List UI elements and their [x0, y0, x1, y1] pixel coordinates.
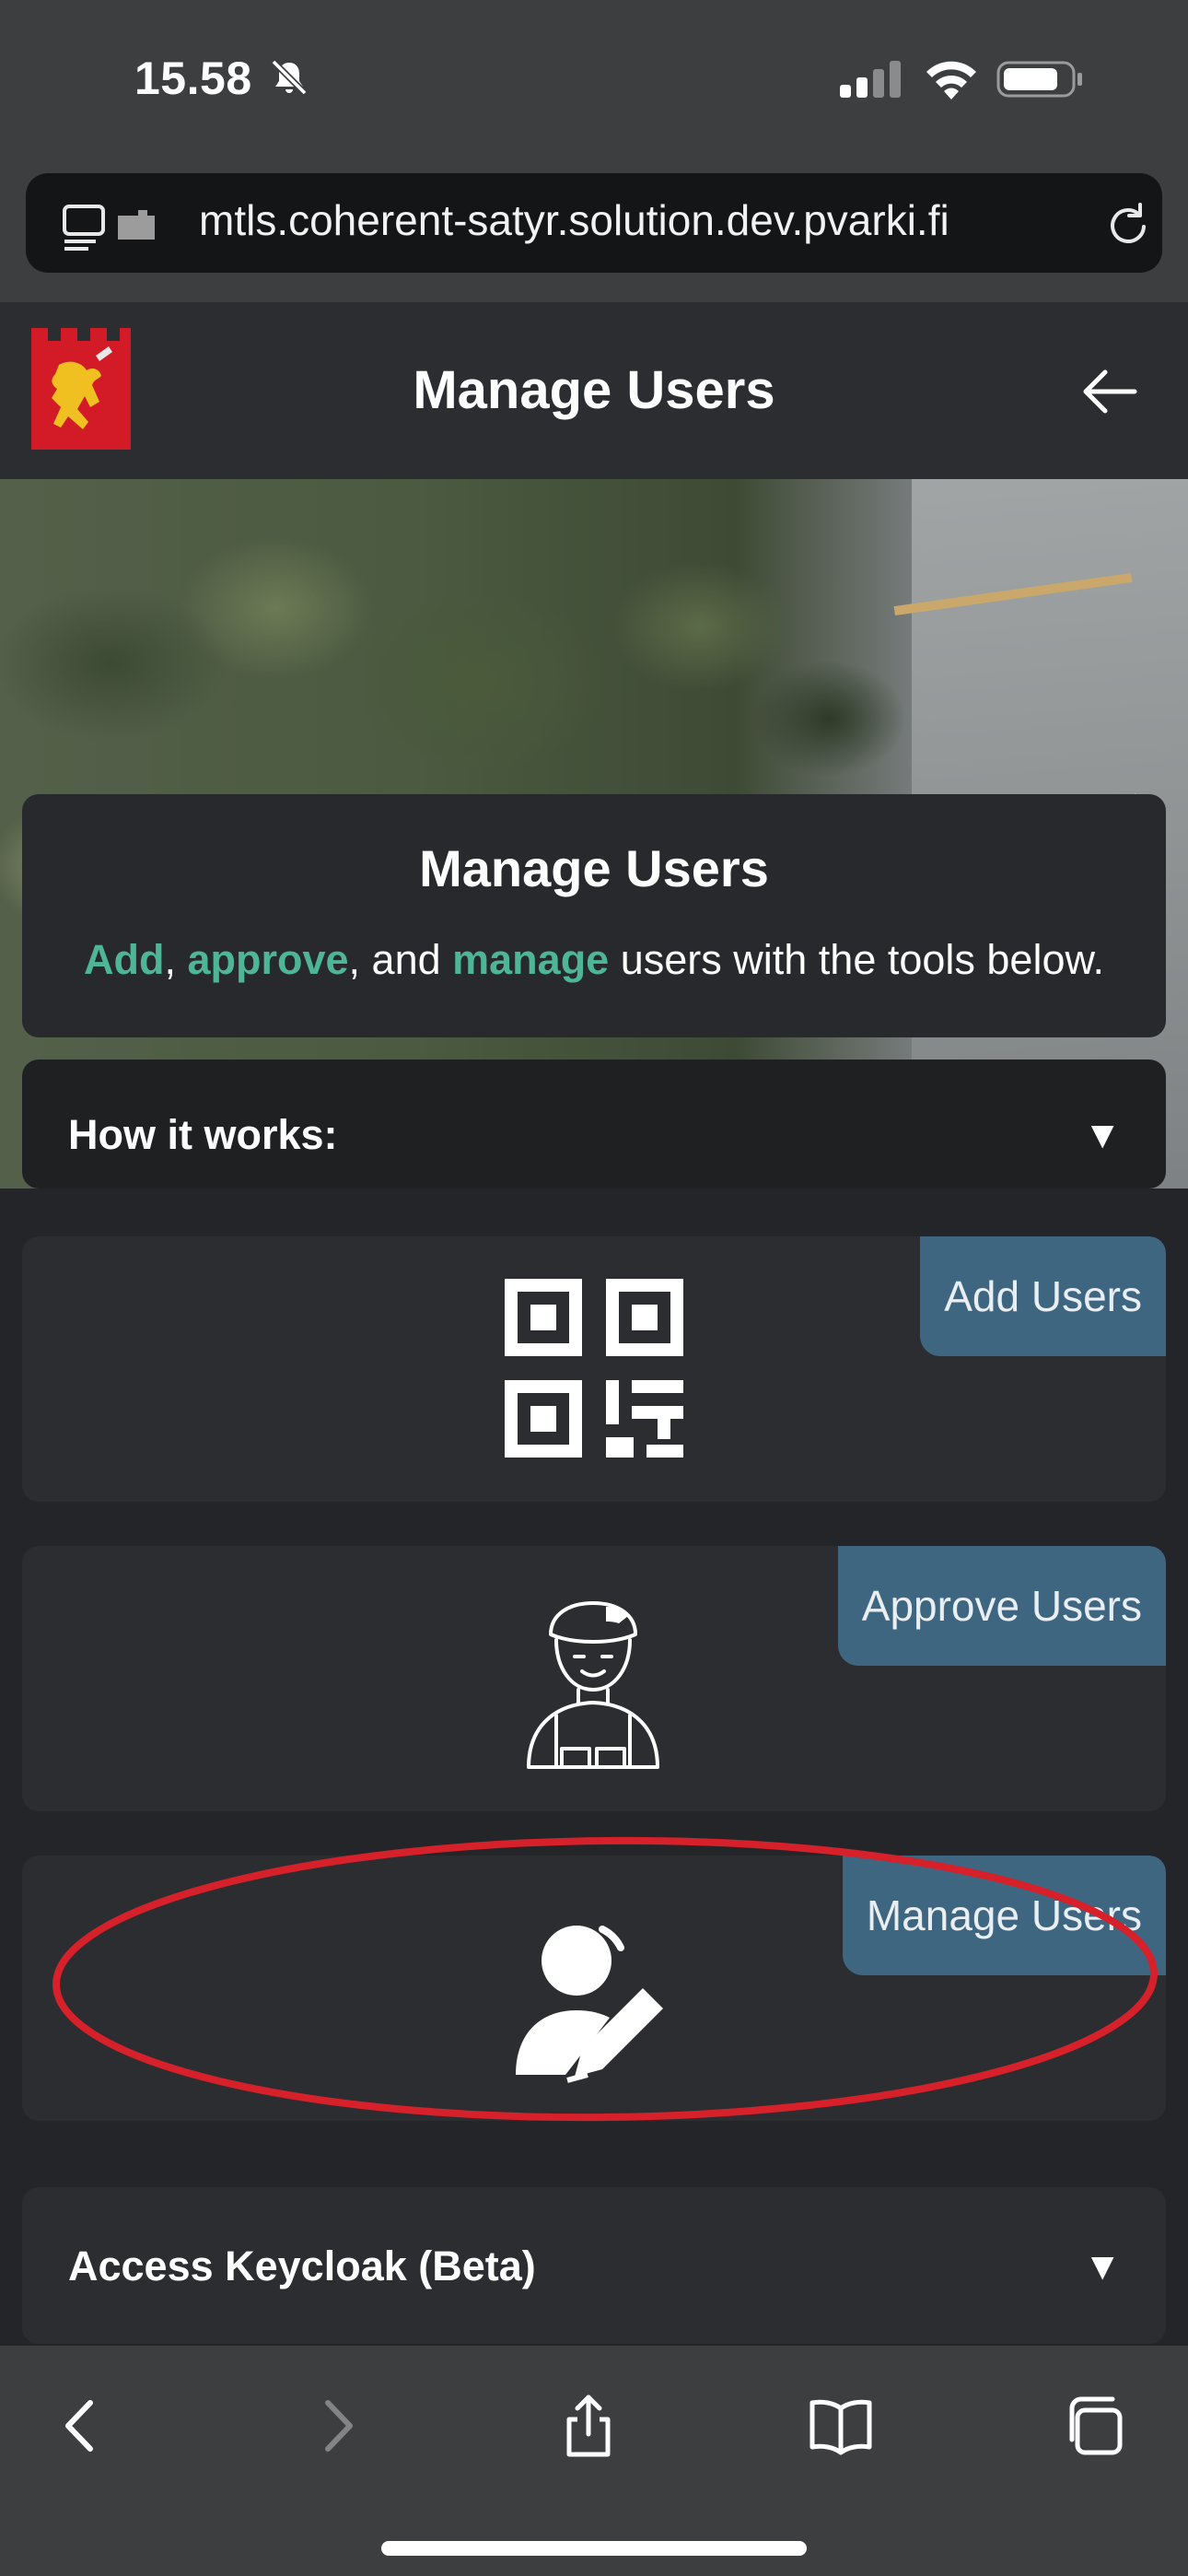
- manage-users-button[interactable]: Manage Users: [842, 1856, 1166, 1975]
- wifi-icon: [926, 61, 976, 100]
- qr-code-icon: [505, 1279, 683, 1458]
- intro-card: Manage Users Add, approve, and manage us…: [22, 794, 1166, 1037]
- intro-title: Manage Users: [419, 839, 769, 897]
- access-keycloak-label: Access Keycloak (Beta): [68, 2242, 536, 2289]
- status-bar: 15.58: [0, 0, 1188, 166]
- add-users-card[interactable]: Add Users: [22, 1236, 1166, 1502]
- back-icon[interactable]: [48, 2394, 112, 2458]
- page-title: Manage Users: [413, 360, 775, 420]
- app-header: Manage Users: [0, 302, 1188, 481]
- back-arrow-icon[interactable]: [1081, 369, 1138, 415]
- chevron-down-icon: ▼: [1083, 1113, 1122, 1156]
- share-icon[interactable]: [556, 2394, 621, 2458]
- browser-url-area: mtls.coherent-satyr.solution.dev.pvarki.…: [0, 166, 1188, 302]
- signal-icon: [840, 61, 901, 98]
- home-indicator: [381, 2541, 807, 2556]
- intro-sep1: ,: [164, 936, 188, 983]
- reload-icon[interactable]: [1105, 201, 1153, 249]
- approve-users-button[interactable]: Approve Users: [837, 1546, 1166, 1666]
- bookmarks-icon[interactable]: [809, 2394, 873, 2458]
- forward-icon[interactable]: [306, 2394, 370, 2458]
- intro-manage: manage: [452, 936, 610, 983]
- how-it-works-label: How it works:: [68, 1111, 338, 1158]
- address-bar[interactable]: mtls.coherent-satyr.solution.dev.pvarki.…: [26, 173, 1162, 273]
- intro-text: Add, approve, and manage users with the …: [22, 936, 1166, 984]
- add-users-button[interactable]: Add Users: [920, 1236, 1166, 1356]
- chevron-down-icon: ▼: [1083, 2244, 1122, 2288]
- page-format-icon[interactable]: [61, 201, 162, 252]
- intro-add: Add: [83, 936, 165, 983]
- approve-users-card[interactable]: Approve Users: [22, 1546, 1166, 1811]
- tabs-icon[interactable]: [1061, 2394, 1125, 2458]
- intro-sep2: , and: [348, 936, 453, 983]
- url-text[interactable]: mtls.coherent-satyr.solution.dev.pvarki.…: [199, 195, 949, 245]
- how-it-works-toggle[interactable]: How it works: ▼: [22, 1060, 1166, 1188]
- user-edit-icon: [516, 1926, 663, 2083]
- access-keycloak-toggle[interactable]: Access Keycloak (Beta) ▼: [22, 2187, 1166, 2344]
- manage-users-card[interactable]: Manage Users: [22, 1856, 1166, 2121]
- battery-icon: [996, 61, 1082, 98]
- soldier-avatar-icon: [527, 1601, 659, 1769]
- browser-toolbar: [0, 2346, 1188, 2576]
- status-time: 15.58: [134, 53, 252, 104]
- intro-rest: users with the tools below.: [609, 936, 1104, 983]
- intro-approve: approve: [187, 936, 349, 983]
- bell-slash-icon: [271, 59, 308, 96]
